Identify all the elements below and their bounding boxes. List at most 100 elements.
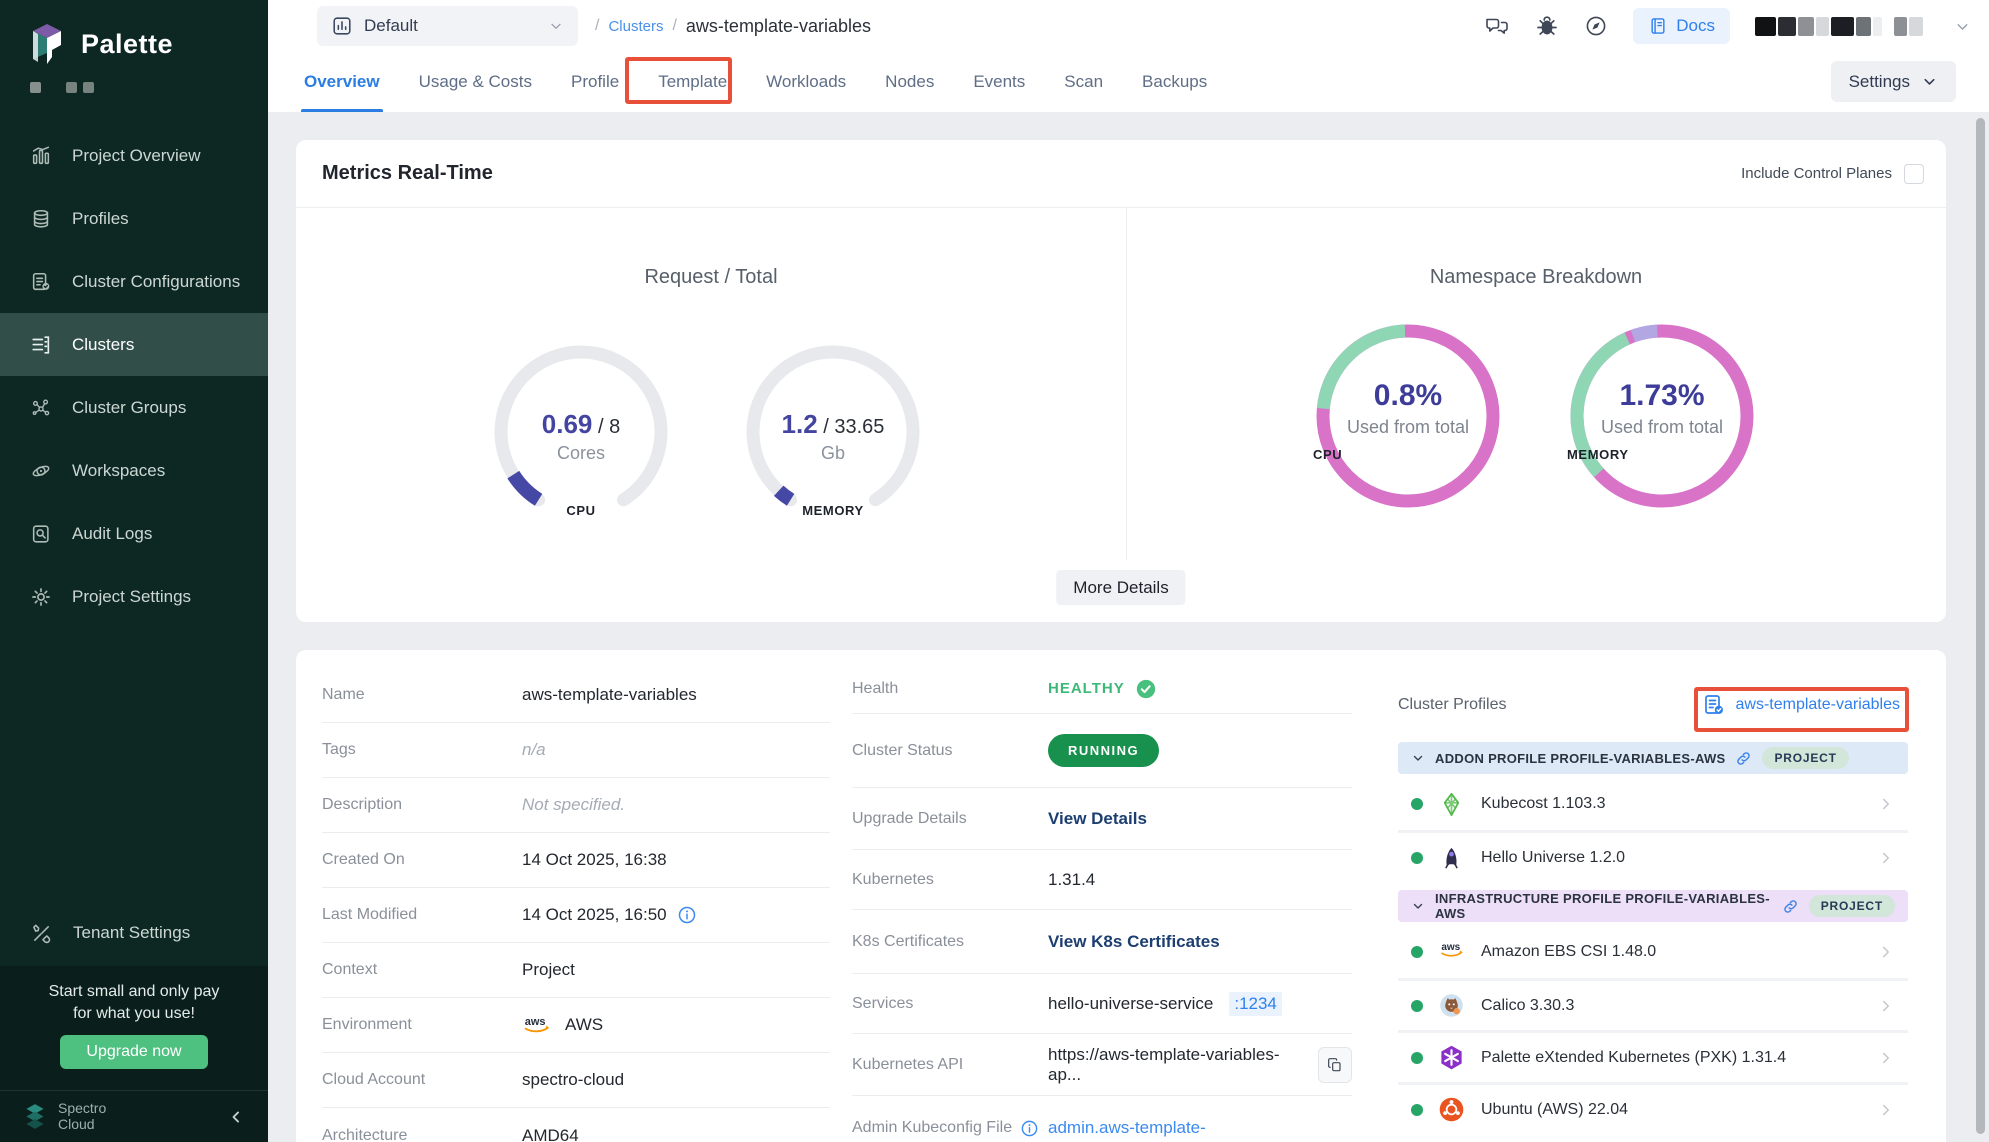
- sidebar-item-cluster-groups[interactable]: Cluster Groups: [0, 376, 268, 439]
- ubuntu-icon: [1438, 1096, 1465, 1123]
- cpu-used-percent: 0.8%: [1313, 379, 1503, 413]
- sidebar-item-label: Cluster Groups: [72, 398, 186, 418]
- tab-nodes[interactable]: Nodes: [884, 52, 935, 112]
- info-icon[interactable]: [1020, 1119, 1039, 1138]
- sidebar-collapse-chevron[interactable]: [226, 1107, 246, 1127]
- infrastructure-profile-items: aws Amazon EBS CSI 1.48.0 Calico 3.30.3: [1398, 926, 1908, 1134]
- addon-profile-section-header[interactable]: ADDON PROFILE PROFILE-VARIABLES-AWS PROJ…: [1398, 742, 1908, 774]
- tab-events[interactable]: Events: [972, 52, 1026, 112]
- cluster-profile-link-label: aws-template-variables: [1735, 696, 1900, 714]
- check-circle-icon: [1135, 678, 1157, 700]
- memory-donut-label: MEMORY: [1567, 447, 1757, 462]
- view-k8s-certificates-link[interactable]: View K8s Certificates: [1048, 932, 1220, 952]
- brand-name: Palette: [81, 29, 173, 60]
- network-icon: [30, 397, 52, 419]
- cluster-status-badge: RUNNING: [1048, 734, 1159, 767]
- chevron-down-icon: [1411, 751, 1425, 765]
- admin-kubeconfig-link[interactable]: admin.aws-template-: [1048, 1118, 1206, 1138]
- infrastructure-profile-name: INFRASTRUCTURE PROFILE PROFILE-VARIABLES…: [1435, 891, 1772, 921]
- sidebar-item-label: Clusters: [72, 335, 134, 355]
- sidebar-item-project-overview[interactable]: Project Overview: [0, 124, 268, 187]
- cluster-profiles-header: Cluster Profiles aws-template-variables: [1398, 668, 1908, 742]
- account-menu-chevron[interactable]: [1954, 18, 1971, 35]
- redacted-project-block: [30, 82, 41, 93]
- detail-row-name: Name aws-template-variables: [322, 668, 830, 723]
- service-port-link[interactable]: :1234: [1229, 992, 1282, 1016]
- namespace-breakdown-title: Namespace Breakdown: [1126, 266, 1946, 289]
- aws-icon: aws: [1438, 939, 1465, 966]
- upgrade-promo-panel: Start small and only pay for what you us…: [0, 966, 268, 1090]
- svg-text:aws: aws: [525, 1016, 546, 1028]
- details-middle-column: Health HEALTHY Cluster Status RUNNING Up…: [852, 664, 1352, 1142]
- sidebar-item-cluster-configurations[interactable]: Cluster Configurations: [0, 250, 268, 313]
- cpu-donut-label: CPU: [1313, 447, 1503, 462]
- redacted-account-name: [1755, 17, 1923, 36]
- view-details-link[interactable]: View Details: [1048, 809, 1147, 829]
- app-root: Palette Project Overview Profiles: [0, 0, 1989, 1142]
- detail-row-description: Description Not specified.: [322, 778, 830, 833]
- profile-item-pxk[interactable]: Palette eXtended Kubernetes (PXK) 1.31.4: [1398, 1030, 1908, 1082]
- memory-total-value: / 33.65: [823, 416, 884, 438]
- project-selector-dropdown[interactable]: Default: [317, 6, 578, 46]
- chat-icon[interactable]: [1484, 14, 1510, 38]
- copy-button[interactable]: [1318, 1047, 1352, 1083]
- sidebar-item-tenant-settings[interactable]: Tenant Settings: [0, 902, 268, 964]
- tab-template[interactable]: Template: [657, 52, 728, 112]
- palette-logo[interactable]: Palette: [26, 22, 173, 66]
- detail-row-architecture: Architecture AMD64: [322, 1108, 830, 1142]
- request-total-title: Request / Total: [296, 266, 1126, 289]
- cpu-gauge-label: CPU: [486, 503, 676, 518]
- chevron-right-icon: [1877, 795, 1895, 813]
- tab-profile[interactable]: Profile: [570, 52, 620, 112]
- palette-logo-icon: [26, 22, 68, 66]
- cpu-used-caption: Used from total: [1313, 417, 1503, 438]
- profile-item-ubuntu[interactable]: Ubuntu (AWS) 22.04: [1398, 1082, 1908, 1134]
- profile-item-amazon-ebs-csi[interactable]: aws Amazon EBS CSI 1.48.0: [1398, 926, 1908, 978]
- memory-unit: Gb: [738, 443, 928, 464]
- namespace-breakdown-panel: Namespace Breakdown 0.8% Used from total…: [1126, 208, 1946, 560]
- sidebar-item-audit-logs[interactable]: Audit Logs: [0, 502, 268, 565]
- sidebar-item-label: Project Settings: [72, 587, 191, 607]
- service-name: hello-universe-service: [1048, 994, 1213, 1014]
- tab-overview[interactable]: Overview: [303, 52, 381, 112]
- breadcrumb-clusters-link[interactable]: Clusters: [608, 18, 663, 35]
- detail-row-environment: Environment aws AWS: [322, 998, 830, 1053]
- sidebar-item-project-settings[interactable]: Project Settings: [0, 565, 268, 628]
- tab-scan[interactable]: Scan: [1063, 52, 1104, 112]
- breadcrumb-separator: /: [672, 17, 676, 35]
- sidebar-item-clusters[interactable]: Clusters: [0, 313, 268, 376]
- book-icon: [1648, 16, 1668, 36]
- profile-item-kubecost[interactable]: Kubecost 1.103.3: [1398, 778, 1908, 830]
- chevron-right-icon: [1877, 943, 1895, 961]
- sidebar-item-profiles[interactable]: Profiles: [0, 187, 268, 250]
- docs-button[interactable]: Docs: [1633, 8, 1730, 44]
- orbit-icon: [30, 460, 52, 482]
- tab-backups[interactable]: Backups: [1141, 52, 1208, 112]
- memory-gauge-label: MEMORY: [738, 503, 928, 518]
- profile-item-hello-universe[interactable]: Hello Universe 1.2.0: [1398, 830, 1908, 882]
- tab-usage-costs[interactable]: Usage & Costs: [418, 52, 533, 112]
- tab-workloads[interactable]: Workloads: [765, 52, 847, 112]
- detail-row-last-modified: Last Modified 14 Oct 2025, 16:50: [322, 888, 830, 943]
- infrastructure-profile-section-header[interactable]: INFRASTRUCTURE PROFILE PROFILE-VARIABLES…: [1398, 890, 1908, 922]
- page-scrollbar[interactable]: [1976, 118, 1985, 1134]
- sidebar-item-label: Profiles: [72, 209, 129, 229]
- include-control-planes-checkbox[interactable]: [1904, 164, 1924, 184]
- bug-report-icon[interactable]: [1535, 14, 1559, 38]
- detail-row-cloud-account: Cloud Account spectro-cloud: [322, 1053, 830, 1108]
- project-chart-icon: [331, 15, 353, 37]
- more-details-button[interactable]: More Details: [1056, 570, 1185, 605]
- info-icon[interactable]: [677, 905, 697, 925]
- upgrade-now-button[interactable]: Upgrade now: [60, 1035, 207, 1069]
- compass-icon[interactable]: [1584, 14, 1608, 38]
- sidebar-item-workspaces[interactable]: Workspaces: [0, 439, 268, 502]
- project-badge: PROJECT: [1809, 895, 1895, 917]
- redacted-project-block: [83, 82, 94, 93]
- chevron-right-icon: [1877, 1101, 1895, 1119]
- cluster-profile-link[interactable]: aws-template-variables: [1702, 693, 1908, 717]
- tabs: Overview Usage & Costs Profile Template …: [303, 52, 1208, 112]
- hello-universe-icon: [1438, 844, 1465, 871]
- settings-button[interactable]: Settings: [1831, 61, 1956, 102]
- profile-item-calico[interactable]: Calico 3.30.3: [1398, 978, 1908, 1030]
- profile-document-icon: [1702, 693, 1726, 717]
